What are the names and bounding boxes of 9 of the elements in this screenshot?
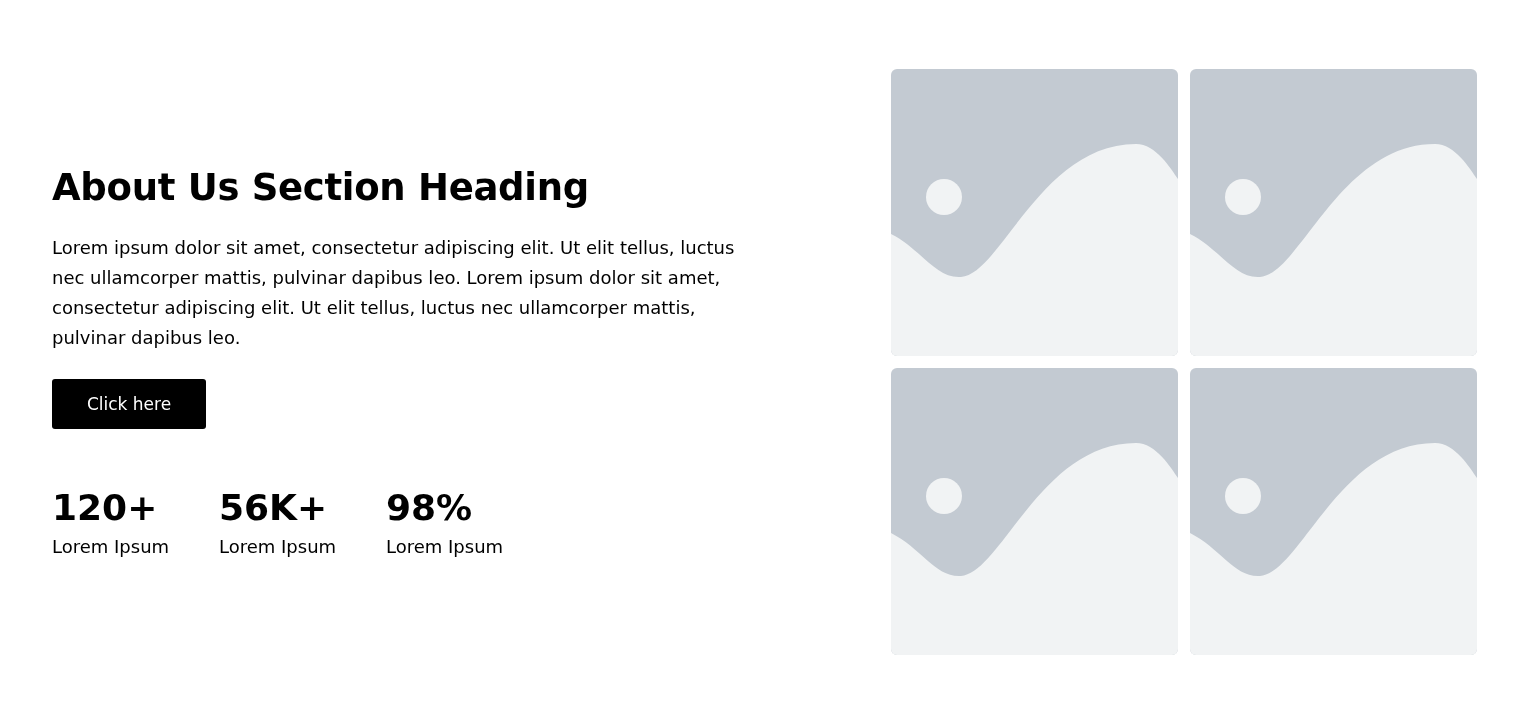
stat-label: Lorem Ipsum bbox=[386, 536, 505, 557]
description-paragraph: Lorem ipsum dolor sit amet, consectetur adipiscing elit. Ut elit tellus, luctus nec ullamcorper mattis, pulvinar dapibus leo. Lorem ipsum dolor sit amet, consectetur adipiscing elit. Ut elit tellus, luctus nec ullamcorper mattis, pulvinar dapibus leo. bbox=[52, 236, 736, 350]
stat-value: 120+ bbox=[52, 487, 159, 528]
stat-value: 56K+ bbox=[219, 487, 329, 528]
stat-label: Lorem Ipsum bbox=[219, 536, 338, 557]
stat-value: 98% bbox=[386, 487, 474, 528]
section-heading: About Us Section Heading bbox=[52, 166, 589, 209]
stat-label: Lorem Ipsum bbox=[52, 536, 171, 557]
click-here-button[interactable]: Click here bbox=[52, 379, 206, 429]
